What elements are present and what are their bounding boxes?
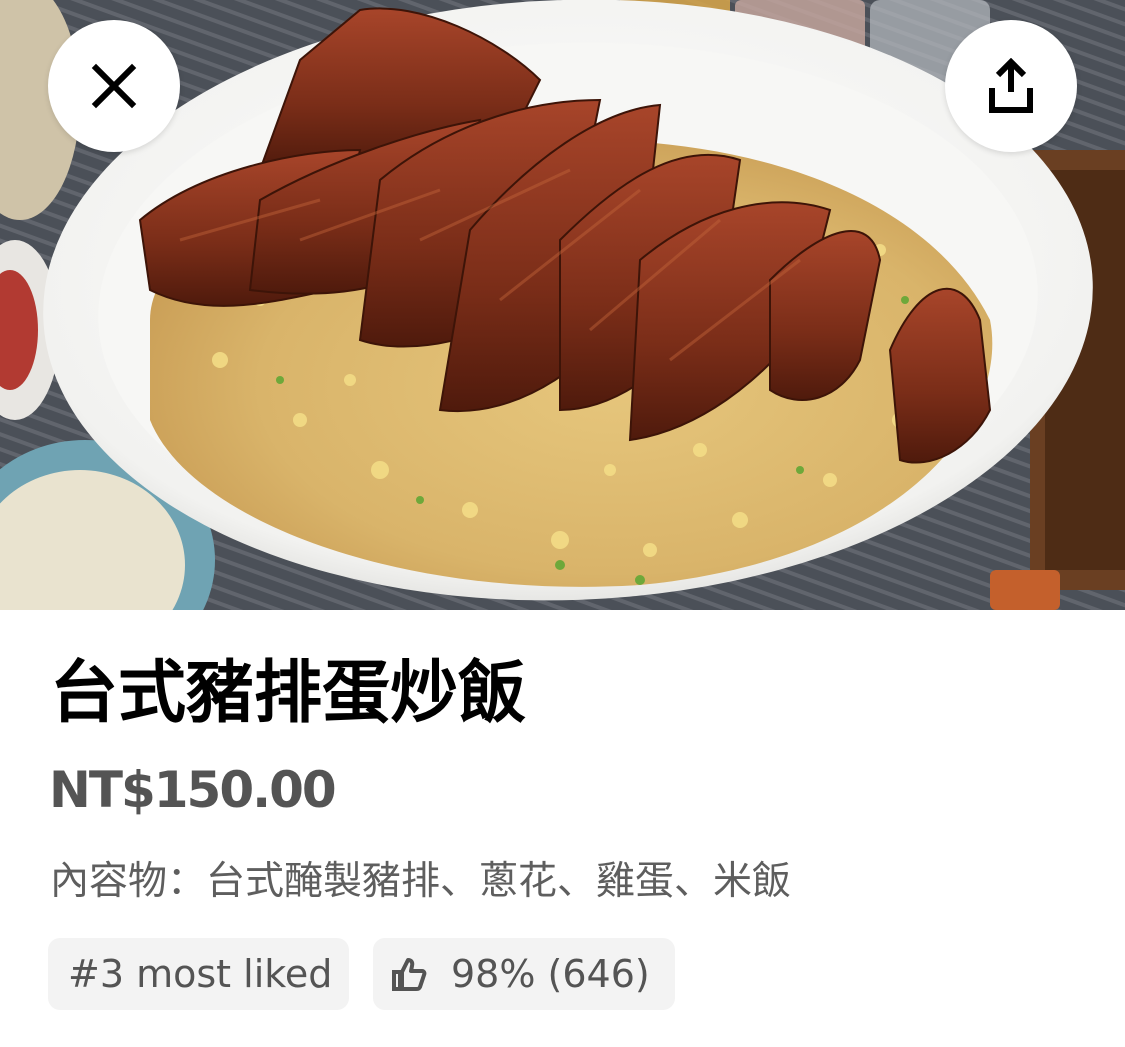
most-liked-label: #3 most liked (68, 952, 333, 996)
item-title: 台式豬排蛋炒飯 (50, 654, 527, 733)
share-button[interactable] (945, 20, 1077, 152)
rating-badge: 98% (646) (373, 938, 675, 1010)
thumbs-up-icon (391, 956, 427, 992)
share-icon (989, 58, 1033, 113)
item-price: NT$150.00 (49, 761, 337, 819)
item-description: 內容物：台式醃製豬排、蔥花、雞蛋、米飯 (50, 859, 792, 904)
close-icon (91, 63, 137, 109)
close-button[interactable] (48, 20, 180, 152)
rating-label: 98% (646) (451, 952, 650, 996)
most-liked-badge: #3 most liked (48, 938, 349, 1010)
